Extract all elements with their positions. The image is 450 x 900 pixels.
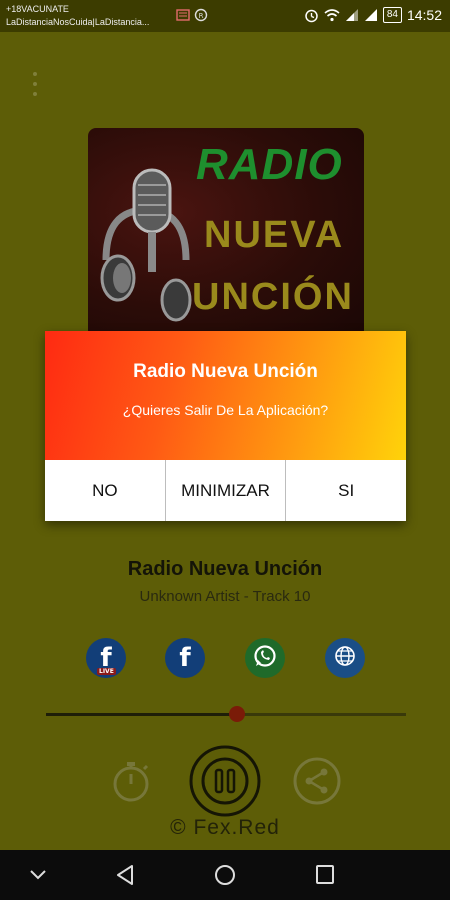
no-button[interactable]: NO: [45, 460, 166, 521]
whatsapp-button[interactable]: [245, 638, 285, 678]
album-art: RADIO NUEVA UNCIÓN: [88, 128, 364, 338]
hide-keyboard-icon[interactable]: [28, 866, 48, 889]
pause-button[interactable]: [188, 744, 262, 823]
minimize-button[interactable]: MINIMIZAR: [165, 460, 287, 521]
signal-icon-1: [345, 8, 359, 22]
stopwatch-icon: [108, 762, 154, 808]
exit-dialog: Radio Nueva Unción ¿Quieres Salir De La …: [45, 331, 407, 521]
logo-word-uncion: UNCIÓN: [192, 276, 354, 318]
back-icon[interactable]: [114, 863, 136, 892]
footer-credit: © Fex.Red: [170, 816, 280, 839]
news-icon: [176, 8, 190, 27]
status-bar: +18VACUNATE LaDistanciaNosCuida|LaDistan…: [0, 0, 450, 32]
globe-icon: [333, 644, 357, 673]
sleep-timer-button[interactable]: [108, 758, 154, 809]
navigation-bar: [0, 850, 450, 900]
dialog-header: Radio Nueva Unción ¿Quieres Salir De La …: [45, 331, 406, 460]
live-badge: LIVE: [97, 668, 116, 675]
recents-icon[interactable]: [314, 863, 336, 892]
share-button[interactable]: [292, 756, 342, 811]
status-indicators: 84 14:52: [304, 7, 442, 23]
notification-text: +18VACUNATE LaDistanciaNosCuida|LaDistan…: [6, 3, 171, 29]
dialog-button-row: NO MINIMIZAR SI: [45, 460, 407, 521]
alarm-icon: [304, 8, 319, 23]
home-icon[interactable]: [213, 863, 237, 892]
dialog-message: ¿Quieres Salir De La Aplicación?: [122, 402, 329, 418]
progress-track[interactable]: [46, 713, 406, 716]
website-button[interactable]: [325, 638, 365, 678]
notification-line-1: +18VACUNATE: [6, 4, 69, 14]
track-subtitle: Unknown Artist - Track 10: [139, 588, 311, 605]
battery-indicator: 84: [382, 7, 402, 23]
dialog-title: Radio Nueva Unción: [133, 361, 318, 382]
wifi-icon: [324, 8, 340, 22]
facebook-live-button[interactable]: f LIVE: [86, 638, 126, 678]
svg-text:R: R: [199, 12, 204, 20]
share-icon: [292, 757, 342, 810]
progress-fill: [46, 713, 237, 716]
notification-icons: R: [176, 8, 208, 27]
overflow-menu-icon[interactable]: [29, 72, 41, 96]
facebook-icon: f: [179, 643, 191, 673]
notification-line-2: LaDistanciaNosCuida|LaDistancia...: [6, 17, 150, 27]
signal-icon-2: [364, 8, 378, 22]
whatsapp-icon: [252, 643, 278, 674]
facebook-button[interactable]: f: [165, 638, 205, 678]
progress-thumb[interactable]: [228, 706, 245, 722]
microphone-headphones-icon: [96, 150, 196, 335]
clock: 14:52: [406, 7, 442, 23]
logo-word-nueva: NUEVA: [204, 214, 345, 256]
copyright-icon: R: [194, 8, 208, 27]
yes-button[interactable]: SI: [286, 460, 407, 521]
track-title: Radio Nueva Unción: [127, 558, 323, 580]
logo-word-radio: RADIO: [196, 140, 343, 189]
